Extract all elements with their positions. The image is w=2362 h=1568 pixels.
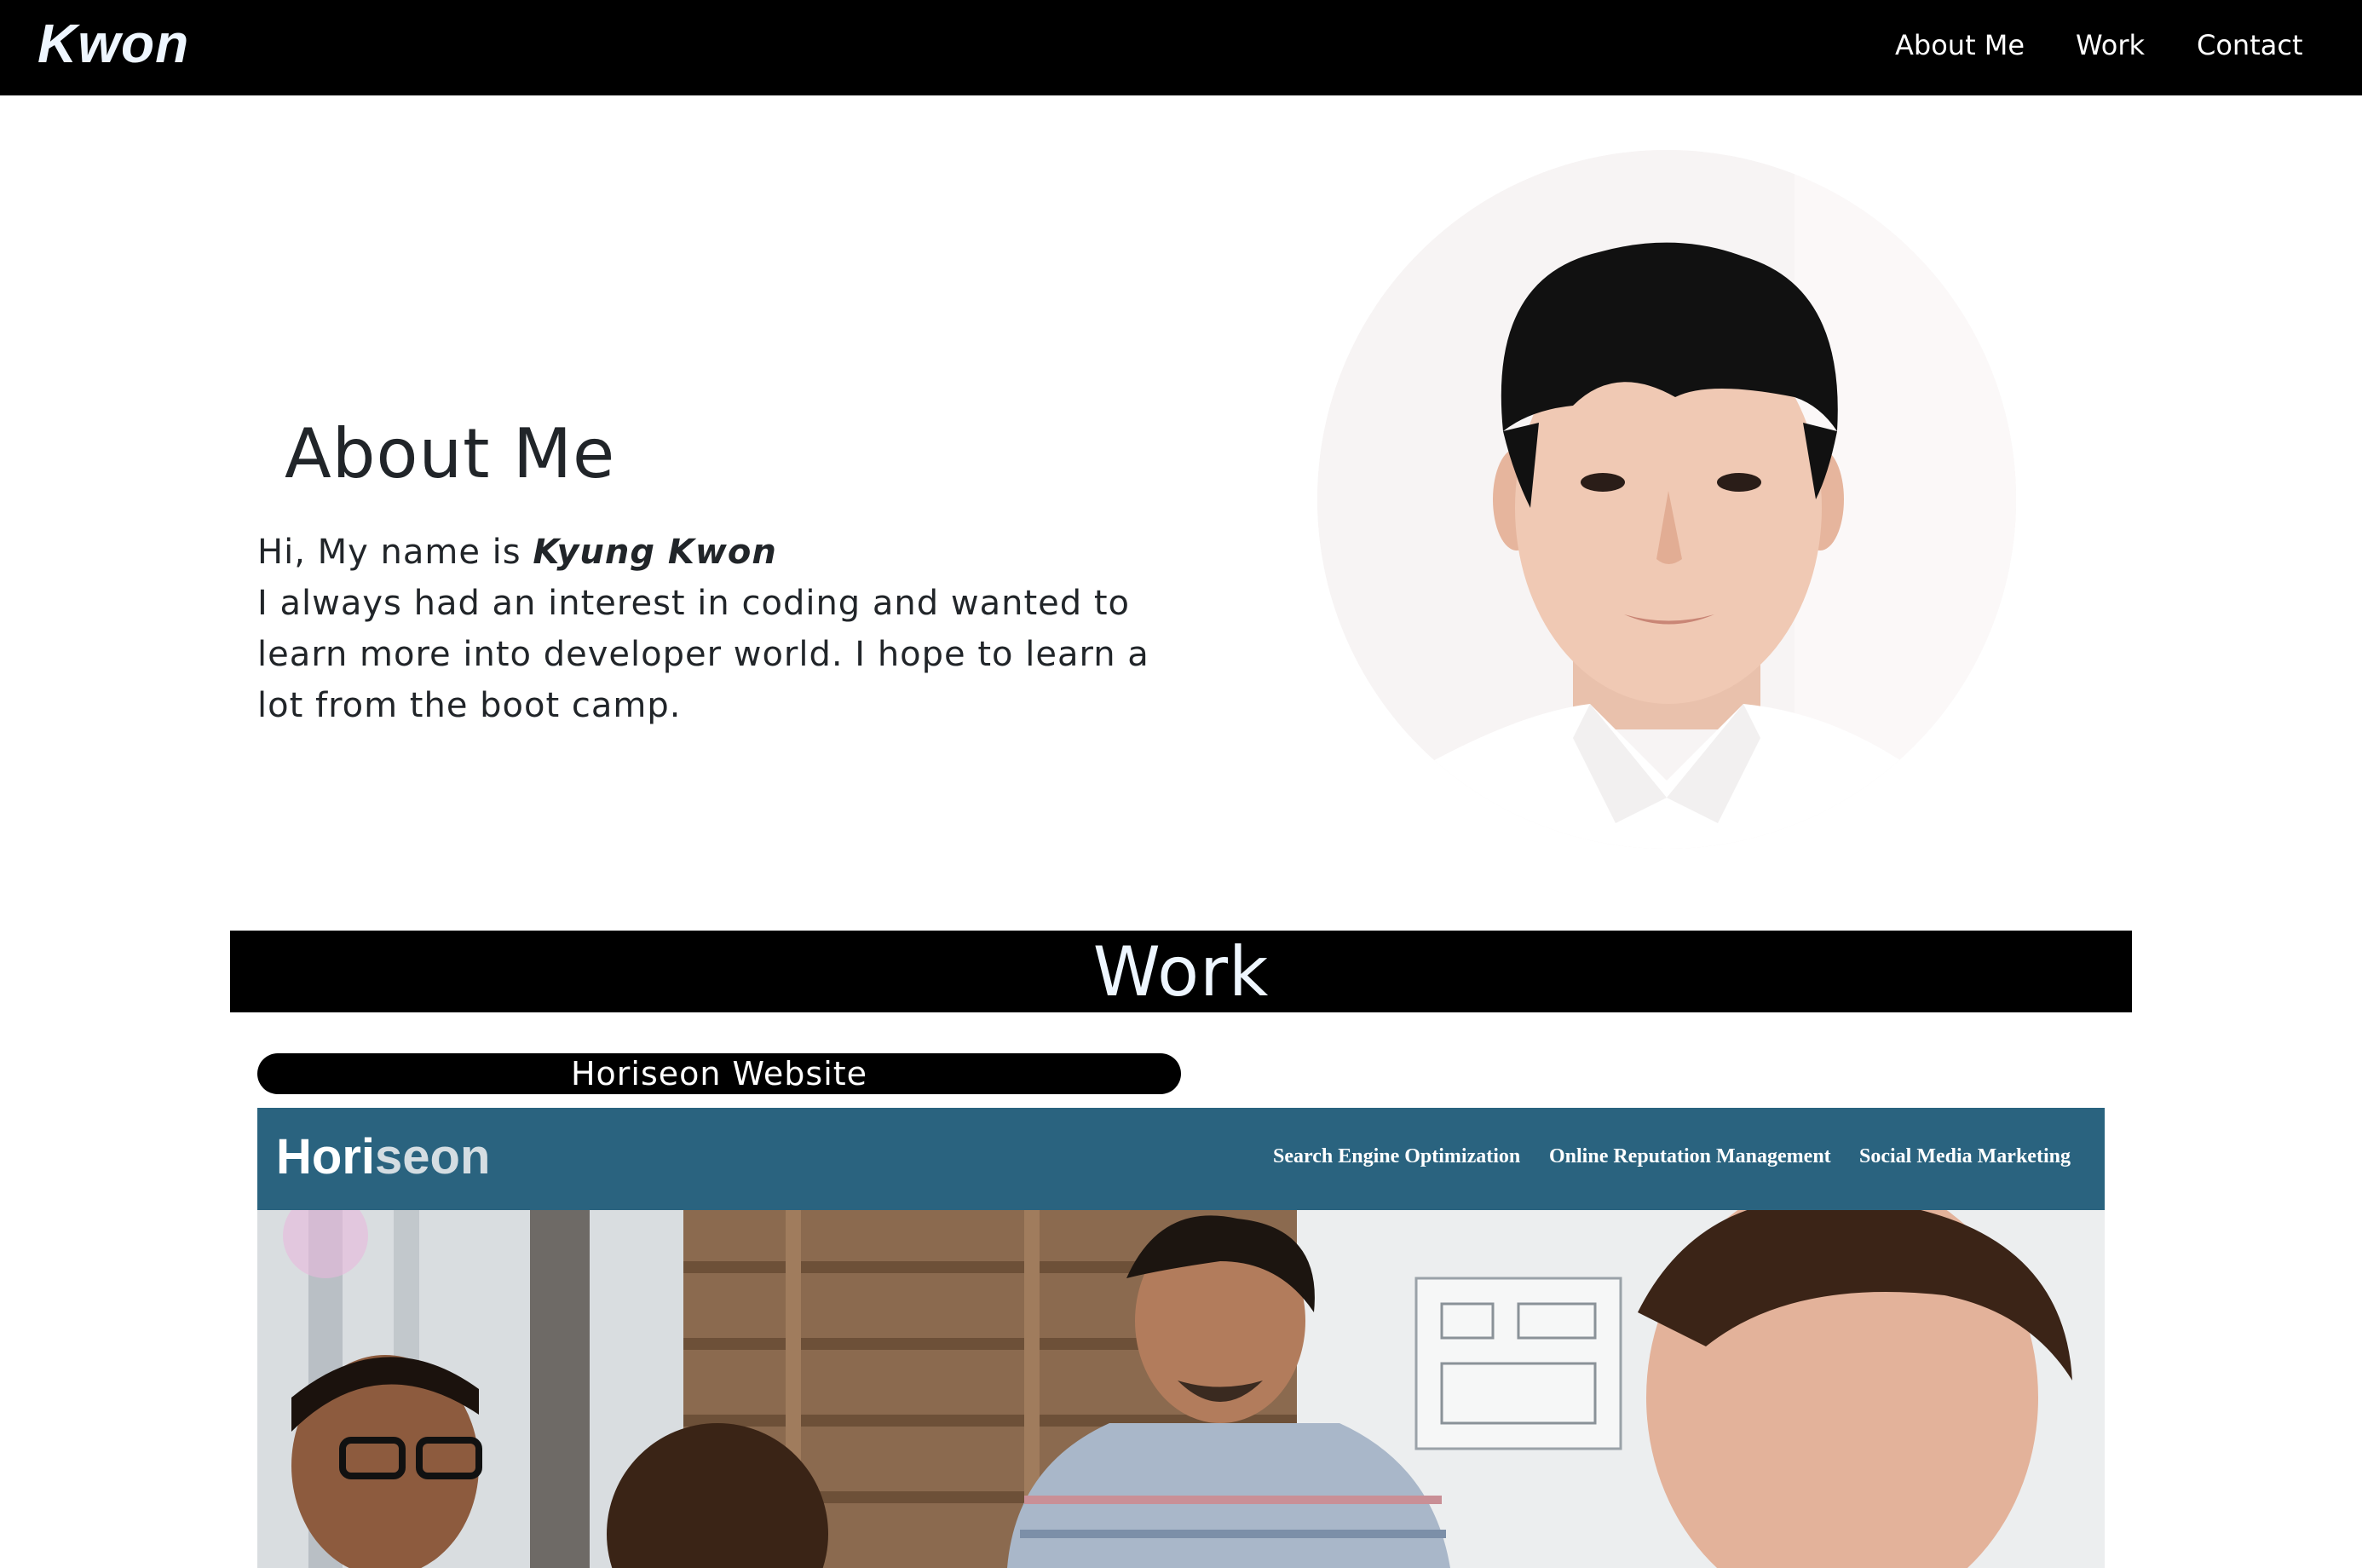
horiseon-logo-accent: seon (375, 1129, 491, 1185)
about-body: I always had an interest in coding and w… (257, 584, 1149, 725)
profile-photo (1317, 150, 2016, 849)
project-screenshot-horiseon[interactable]: Horiseon Search Engine Optimization Onli… (257, 1108, 2105, 1568)
intro-text: Hi, My name is (257, 533, 533, 572)
nav-link-work[interactable]: Work (2076, 29, 2145, 61)
work-heading: Work (1092, 931, 1270, 1012)
horiseon-hero-photo (257, 1210, 2105, 1568)
nav-link-about-me[interactable]: About Me (1895, 29, 2025, 61)
horiseon-nav-social: Social Media Marketing (1859, 1145, 2071, 1167)
about-paragraph: Hi, My name is Kyung Kwon I always had a… (257, 527, 1178, 731)
project-title-horiseon[interactable]: Horiseon Website (257, 1053, 1181, 1094)
work-header-bar: Work (230, 931, 2132, 1012)
person-name: Kyung Kwon (533, 533, 777, 572)
horiseon-nav-seo: Search Engine Optimization (1273, 1145, 1521, 1167)
portrait-image (1317, 150, 2016, 849)
horiseon-logo: Horiseon (276, 1128, 490, 1185)
navbar: Kwon About Me Work Contact (0, 0, 2362, 95)
horiseon-nav-reputation: Online Reputation Management (1549, 1145, 1831, 1167)
about-heading: About Me (285, 414, 616, 493)
brand-logo[interactable]: Kwon (37, 12, 189, 75)
horiseon-logo-main: Hori (276, 1129, 375, 1185)
nav-link-contact[interactable]: Contact (2197, 29, 2303, 61)
horiseon-header: Horiseon Search Engine Optimization Onli… (257, 1108, 2105, 1210)
